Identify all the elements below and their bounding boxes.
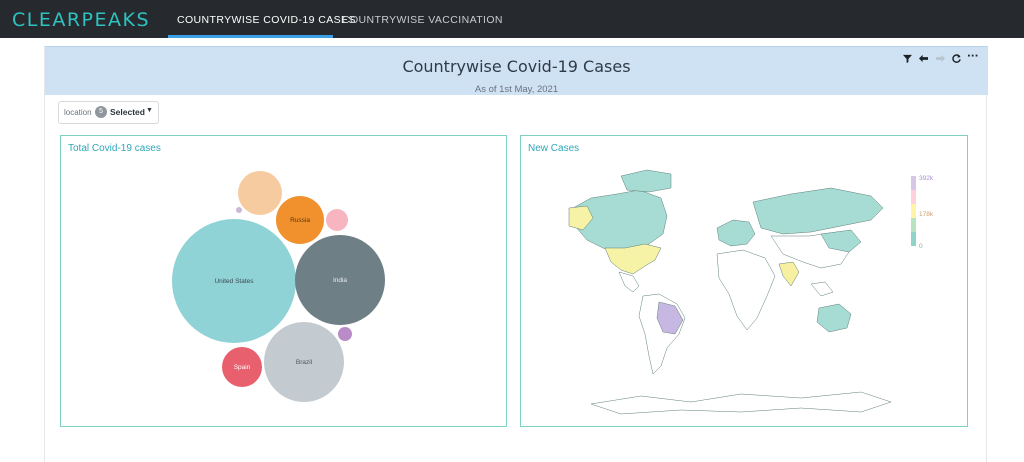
world-map: 392k 178k 0 <box>568 169 934 415</box>
location-filter[interactable]: location 5 Selected ▼ <box>58 101 159 124</box>
country-russia[interactable] <box>752 187 884 235</box>
filter-label: location <box>64 108 92 117</box>
bubble-country-9[interactable] <box>236 207 242 213</box>
map-color-legend: 392k 178k 0 <box>911 175 934 250</box>
bubble-label-united-states: United States <box>214 278 254 285</box>
country-united-states[interactable] <box>604 243 662 275</box>
refresh-icon[interactable] <box>952 54 961 66</box>
legend-label-max: 392k <box>919 175 934 182</box>
forward-arrow-icon[interactable] <box>936 54 945 66</box>
continent-europe[interactable] <box>716 219 756 247</box>
region-southeast-asia[interactable] <box>810 281 834 297</box>
bubble-label-brazil: Brazil <box>296 359 313 366</box>
country-australia[interactable] <box>816 303 852 333</box>
filter-selected-text: Selected <box>110 107 145 117</box>
dashboard-canvas: Countrywise Covid-19 Cases As of 1st May… <box>44 46 988 462</box>
dashboard-header: Countrywise Covid-19 Cases As of 1st May… <box>45 46 988 95</box>
legend-label-min: 0 <box>919 243 923 250</box>
continent-antarctica[interactable] <box>590 391 892 415</box>
bubble-country-8[interactable] <box>338 327 352 341</box>
top-navbar: CLEARPEAKS COUNTRYWISE COVID-19 CASES CO… <box>0 0 1024 38</box>
new-cases-panel: New Cases 392k 178k 0 <box>520 135 968 427</box>
country-india[interactable] <box>778 261 800 287</box>
dashboard-subtitle: As of 1st May, 2021 <box>474 84 559 95</box>
chevron-down-icon: ▼ <box>146 107 153 114</box>
more-icon[interactable]: ··· <box>967 51 978 62</box>
filter-count-badge: 5 <box>95 106 107 118</box>
bubble-country-6[interactable] <box>238 171 282 215</box>
tab-countrywise-covid-cases[interactable]: COUNTRYWISE COVID-19 CASES <box>177 14 356 26</box>
bubble-label-russia: Russia <box>290 217 310 224</box>
legend-label-mid: 178k <box>919 211 934 218</box>
bubble-chart: United States India Brazil Russia Spain <box>172 171 385 402</box>
country-greenland-arctic[interactable] <box>620 169 672 193</box>
tab-countrywise-vaccination[interactable]: COUNTRYWISE VACCINATION <box>342 14 503 26</box>
bubble-country-7[interactable] <box>326 209 348 231</box>
continent-africa[interactable] <box>716 249 776 331</box>
dashboard-title: Countrywise Covid-19 Cases <box>402 57 631 76</box>
country-mexico[interactable] <box>618 271 640 293</box>
brand-logo[interactable]: CLEARPEAKS <box>12 9 150 31</box>
active-tab-indicator <box>168 35 333 38</box>
bubble-label-india: India <box>333 277 347 284</box>
total-cases-panel: Total Covid-19 cases United States India… <box>60 135 507 427</box>
filter-icon[interactable] <box>903 54 912 66</box>
bubble-label-spain: Spain <box>234 364 251 371</box>
back-arrow-icon[interactable] <box>919 54 928 66</box>
